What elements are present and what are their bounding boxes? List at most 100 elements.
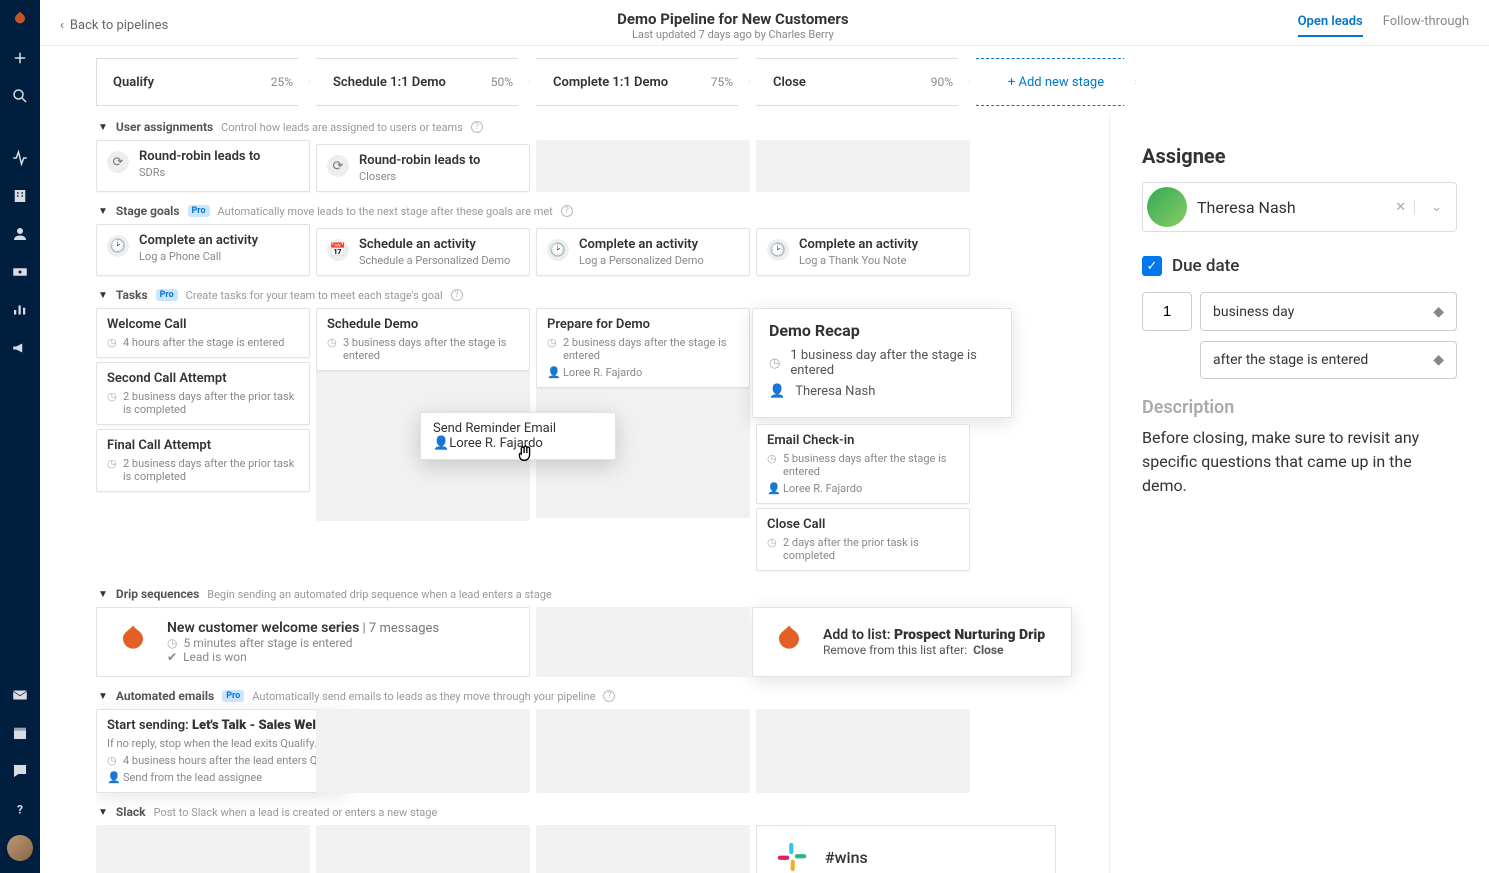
caret-icon[interactable]: ▼ xyxy=(98,290,108,301)
due-number-input[interactable] xyxy=(1142,292,1192,331)
task-card[interactable]: Email Check-in◷5 business days after the… xyxy=(756,424,970,504)
description-heading: Description xyxy=(1142,397,1457,418)
person-icon: 👤 xyxy=(107,771,117,784)
assign-card[interactable]: ⟳ Round-robin leads toSDRs xyxy=(96,140,310,192)
tab-follow-through[interactable]: Follow-through xyxy=(1383,14,1469,37)
topbar: ‹ Back to pipelines Demo Pipeline for Ne… xyxy=(40,0,1489,46)
add-stage-button[interactable]: + Add new stage xyxy=(976,58,1136,106)
assign-card[interactable]: ⟳ Round-robin leads toClosers xyxy=(316,144,530,192)
slack-card[interactable]: #wins xyxy=(756,825,1056,873)
clear-icon[interactable]: ✕ xyxy=(1387,200,1415,215)
logo-icon[interactable] xyxy=(8,8,32,32)
task-title: Demo Recap xyxy=(769,321,995,340)
dragging-task-card[interactable]: Send Reminder Email 👤Loree R. Fajardo xyxy=(420,412,616,460)
empty-slot[interactable] xyxy=(756,140,970,192)
help-icon[interactable]: ? xyxy=(603,690,615,702)
person-icon: 👤 xyxy=(769,384,785,399)
calendar-icon[interactable] xyxy=(8,721,32,745)
task-card[interactable]: Second Call Attempt◷2 business days afte… xyxy=(96,362,310,425)
activity-icon[interactable] xyxy=(8,146,32,170)
caret-icon[interactable]: ▼ xyxy=(98,122,108,133)
drip-card[interactable]: New customer welcome series | 7 messages… xyxy=(96,607,530,677)
user-avatar[interactable] xyxy=(7,835,33,861)
assignee-avatar xyxy=(1147,187,1187,227)
help-icon[interactable]: ? xyxy=(561,205,573,217)
megaphone-icon[interactable] xyxy=(8,336,32,360)
task-card[interactable]: Close Call◷2 days after the prior task i… xyxy=(756,508,970,571)
money-icon[interactable] xyxy=(8,260,32,284)
help-icon[interactable]: ? xyxy=(471,121,483,133)
chevron-down-icon[interactable]: ⌄ xyxy=(1425,200,1448,215)
clock-icon: ◷ xyxy=(107,754,117,767)
pro-badge: Pro xyxy=(188,205,210,217)
search-icon[interactable] xyxy=(8,84,32,108)
section-auto-emails: ▼ Automated emails Pro Automatically sen… xyxy=(96,683,1099,709)
section-desc: Control how leads are assigned to users … xyxy=(221,121,463,134)
task-card[interactable]: Final Call Attempt◷2 business days after… xyxy=(96,429,310,492)
task-card[interactable]: Welcome Call◷4 hours after the stage is … xyxy=(96,308,310,358)
due-unit-select[interactable]: business day◆ xyxy=(1200,292,1457,331)
section-label: Tasks xyxy=(116,288,148,302)
chevron-left-icon: ‹ xyxy=(60,18,64,33)
due-date-checkbox[interactable]: ✓ xyxy=(1142,256,1162,276)
pipeline-title: Demo Pipeline for New Customers xyxy=(168,10,1297,28)
chart-icon[interactable] xyxy=(8,298,32,322)
task-card[interactable]: Prepare for Demo◷2 business days after t… xyxy=(536,308,750,388)
section-desc: Create tasks for your team to meet each … xyxy=(186,289,443,302)
due-date-label: Due date xyxy=(1172,256,1239,276)
empty-slot[interactable] xyxy=(316,709,530,793)
section-desc: Automatically move leads to the next sta… xyxy=(218,205,553,218)
task-highlight-card[interactable]: Demo Recap ◷1 business day after the sta… xyxy=(752,308,1012,418)
empty-slot[interactable] xyxy=(536,709,750,793)
building-icon[interactable] xyxy=(8,184,32,208)
stages-row: Qualify25% Schedule 1:1 Demo50% Complete… xyxy=(40,46,1489,114)
person-icon[interactable] xyxy=(8,222,32,246)
tab-open-leads[interactable]: Open leads xyxy=(1298,14,1363,37)
mail-icon[interactable] xyxy=(8,683,32,707)
stage-close[interactable]: Close90% xyxy=(756,58,970,106)
stage-schedule-demo[interactable]: Schedule 1:1 Demo50% xyxy=(316,58,530,106)
due-after-select[interactable]: after the stage is entered◆ xyxy=(1200,341,1457,379)
calendar-icon: 📅 xyxy=(327,239,349,261)
select-caret-icon: ◆ xyxy=(1433,304,1444,320)
task-card[interactable]: Schedule Demo◷3 business days after the … xyxy=(316,308,530,371)
section-user-assignments: ▼ User assignments Control how leads are… xyxy=(96,114,1099,140)
section-stage-goals: ▼ Stage goals Pro Automatically move lea… xyxy=(96,198,1099,224)
help-icon[interactable]: ? xyxy=(451,289,463,301)
pro-badge: Pro xyxy=(156,289,178,301)
empty-slot[interactable] xyxy=(536,140,750,192)
empty-slot[interactable] xyxy=(536,825,750,873)
goal-card[interactable]: 🕑Complete an activityLog a Phone Call xyxy=(96,224,310,276)
chat-icon[interactable] xyxy=(8,759,32,783)
help-icon[interactable]: ? xyxy=(8,797,32,821)
goal-card[interactable]: 🕑Complete an activityLog a Thank You Not… xyxy=(756,228,970,276)
clock-icon: ◷ xyxy=(327,336,337,349)
plus-icon[interactable] xyxy=(8,46,32,70)
auto-email-card[interactable]: Start sending: Let's Talk - Sales Welc..… xyxy=(96,709,346,793)
empty-slot[interactable] xyxy=(756,709,970,793)
caret-icon[interactable]: ▼ xyxy=(98,206,108,217)
drip-card[interactable]: Add to list: Prospect Nurturing Drip Rem… xyxy=(752,607,1072,677)
clock-icon: ◷ xyxy=(767,536,777,549)
clock-icon: 🕑 xyxy=(767,239,789,261)
assignee-name: Theresa Nash xyxy=(1197,198,1377,217)
left-nav: ? xyxy=(0,0,40,873)
goal-card[interactable]: 🕑Complete an activityLog a Personalized … xyxy=(536,228,750,276)
stage-qualify[interactable]: Qualify25% xyxy=(96,58,310,106)
caret-icon[interactable]: ▼ xyxy=(98,589,108,600)
empty-slot[interactable] xyxy=(316,825,530,873)
clock-icon: 🕑 xyxy=(547,239,569,261)
section-desc: Automatically send emails to leads as th… xyxy=(252,690,595,703)
caret-icon[interactable]: ▼ xyxy=(98,807,108,818)
goal-card[interactable]: 📅Schedule an activitySchedule a Personal… xyxy=(316,228,530,276)
back-link[interactable]: ‹ Back to pipelines xyxy=(60,18,168,33)
empty-slot[interactable] xyxy=(96,825,310,873)
description-body[interactable]: Before closing, make sure to revisit any… xyxy=(1142,426,1457,498)
caret-icon[interactable]: ▼ xyxy=(98,691,108,702)
clock-icon: ◷ xyxy=(107,457,117,470)
person-icon: 👤 xyxy=(547,366,557,379)
clock-icon: ◷ xyxy=(769,356,780,371)
stage-complete-demo[interactable]: Complete 1:1 Demo75% xyxy=(536,58,750,106)
empty-slot[interactable] xyxy=(536,607,750,677)
assignee-select[interactable]: Theresa Nash ✕ ⌄ xyxy=(1142,182,1457,232)
